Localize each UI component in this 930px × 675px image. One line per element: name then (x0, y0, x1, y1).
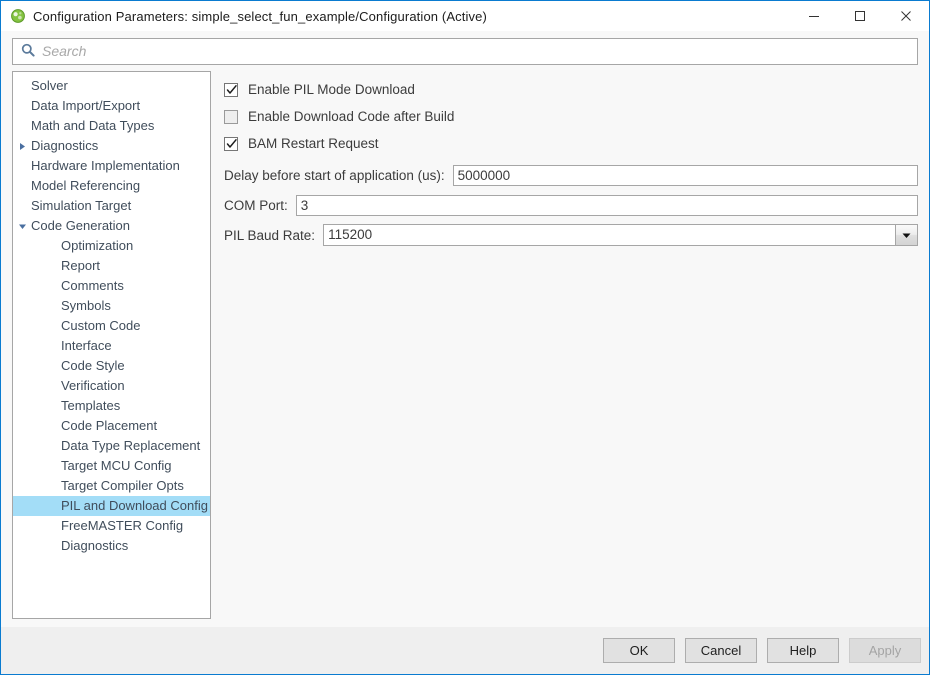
field-row-delay-before-start-of-application-us: Delay before start of application (us): (224, 164, 918, 186)
tree-item-solver[interactable]: Solver (13, 76, 210, 96)
tree-item-label: Simulation Target (31, 198, 132, 213)
button-label: Cancel (700, 643, 742, 658)
tree-item-code-style[interactable]: Code Style (13, 356, 210, 376)
field-label: COM Port: (224, 197, 288, 213)
search-row (1, 31, 929, 71)
tree-item-optimization[interactable]: Optimization (13, 236, 210, 256)
tree-item-label: Diagnostics (61, 538, 129, 553)
field-row-com-port: COM Port: (224, 194, 918, 216)
tree-item-custom-code[interactable]: Custom Code (13, 316, 210, 336)
settings-tree[interactable]: Solver Data Import/Export Math and Data Ty… (12, 71, 211, 619)
tree-item-label: Data Type Replacement (61, 438, 201, 453)
tree-item-label: Code Generation (31, 218, 131, 233)
tree-item-label: Interface (61, 338, 112, 353)
pil-and-download-config-panel: Enable PIL Mode Download Enable Download … (211, 71, 918, 627)
tree-item-label: Optimization (61, 238, 134, 253)
tree-item-label: Target MCU Config (61, 458, 172, 473)
checkbox-label: Enable Download Code after Build (248, 109, 455, 124)
tree-item-label: Verification (61, 378, 125, 393)
tree-item-label: Target Compiler Opts (61, 478, 184, 493)
tree-item-label: Hardware Implementation (31, 158, 180, 173)
tree-item-templates[interactable]: Templates (13, 396, 210, 416)
tree-item-code-generation[interactable]: Code Generation (13, 216, 210, 236)
checkbox-label: Enable PIL Mode Download (248, 82, 415, 97)
checkbox-checked-icon[interactable] (224, 136, 238, 151)
tree-item-report[interactable]: Report (13, 256, 210, 276)
title-bar: Configuration Parameters: simple_select_… (1, 1, 929, 31)
search-box[interactable] (12, 37, 918, 65)
tree-item-label: Comments (61, 278, 124, 293)
tree-item-comments[interactable]: Comments (13, 276, 210, 296)
tree-item-label: Solver (31, 78, 68, 93)
close-button[interactable] (883, 1, 929, 31)
tree-item-label: Code Placement (61, 418, 158, 433)
combobox-value: 115200 (328, 227, 373, 242)
tree-item-target-mcu-config[interactable]: Target MCU Config (13, 456, 210, 476)
button-label: OK (629, 643, 649, 658)
tree-item-label: Report (61, 258, 101, 273)
tree-item-model-referencing[interactable]: Model Referencing (13, 176, 210, 196)
tree-item-label: Data Import/Export (31, 98, 141, 113)
checkbox-row-enable-download-code-after-build[interactable]: Enable Download Code after Build (224, 104, 918, 129)
tree-item-verification[interactable]: Verification (13, 376, 210, 396)
text-input-com-port[interactable] (295, 194, 918, 216)
text-input-delay-before-start-of-application-us[interactable] (452, 164, 918, 186)
tree-item-math-and-data-types[interactable]: Math and Data Types (13, 116, 210, 136)
button-label: Apply (868, 643, 902, 658)
help-button[interactable]: Help (767, 638, 839, 663)
tree-item-label: PIL and Download Config (61, 498, 208, 513)
tree-item-simulation-target[interactable]: Simulation Target (13, 196, 210, 216)
tree-item-code-placement[interactable]: Code Placement (13, 416, 210, 436)
tree-item-diagnostics[interactable]: Diagnostics (13, 136, 210, 156)
dialog-button-bar: OK Cancel Help Apply (1, 627, 929, 674)
body-area: Solver Data Import/Export Math and Data Ty… (1, 71, 929, 627)
field-label: PIL Baud Rate: (224, 227, 316, 243)
field-row-pil-baud-rate: PIL Baud Rate: 115200 (224, 224, 918, 246)
tree-item-label: Diagnostics (31, 138, 99, 153)
tree-item-label: Math and Data Types (31, 118, 155, 133)
tree-item-pil-and-download-config[interactable]: PIL and Download Config (13, 496, 210, 516)
tree-item-label: Symbols (61, 298, 111, 313)
checkbox-label: BAM Restart Request (248, 136, 379, 151)
tree-item-label: Templates (61, 398, 121, 413)
tree-item-interface[interactable]: Interface (13, 336, 210, 356)
window-title: Configuration Parameters: simple_select_… (33, 8, 488, 24)
checkbox-row-enable-pil-mode-download[interactable]: Enable PIL Mode Download (224, 77, 918, 102)
checkbox-unchecked-icon[interactable] (224, 109, 238, 124)
button-label: Help (789, 643, 817, 658)
tree-item-data-import-export[interactable]: Data Import/Export (13, 96, 210, 116)
field-label: Delay before start of application (us): (224, 167, 445, 183)
window-controls (791, 1, 929, 31)
minimize-button[interactable] (791, 1, 837, 31)
minimize-icon (809, 16, 819, 17)
chevron-right-icon[interactable] (13, 142, 31, 151)
checkbox-checked-icon[interactable] (224, 82, 238, 97)
simulink-model-icon (10, 8, 26, 24)
tree-item-label: Custom Code (61, 318, 141, 333)
cancel-button[interactable]: Cancel (685, 638, 757, 663)
configuration-parameters-window: Configuration Parameters: simple_select_… (0, 0, 930, 675)
apply-button: Apply (849, 638, 921, 663)
tree-item-symbols[interactable]: Symbols (13, 296, 210, 316)
tree-item-label: Model Referencing (31, 178, 141, 193)
close-icon (901, 11, 911, 21)
combobox-pil-baud-rate[interactable]: 115200 (323, 224, 918, 246)
search-input[interactable] (42, 39, 917, 63)
tree-item-label: FreeMASTER Config (61, 518, 184, 533)
tree-item-diagnostics[interactable]: Diagnostics (13, 536, 210, 556)
tree-item-target-compiler-opts[interactable]: Target Compiler Opts (13, 476, 210, 496)
ok-button[interactable]: OK (603, 638, 675, 663)
tree-item-data-type-replacement[interactable]: Data Type Replacement (13, 436, 210, 456)
chevron-down-icon[interactable] (13, 222, 31, 231)
tree-item-hardware-implementation[interactable]: Hardware Implementation (13, 156, 210, 176)
tree-item-label: Code Style (61, 358, 125, 373)
maximize-button[interactable] (837, 1, 883, 31)
maximize-icon (855, 11, 865, 21)
dropdown-arrow-icon[interactable] (895, 225, 917, 245)
search-icon (21, 43, 35, 60)
tree-item-freemaster-config[interactable]: FreeMASTER Config (13, 516, 210, 536)
checkbox-row-bam-restart-request[interactable]: BAM Restart Request (224, 131, 918, 156)
